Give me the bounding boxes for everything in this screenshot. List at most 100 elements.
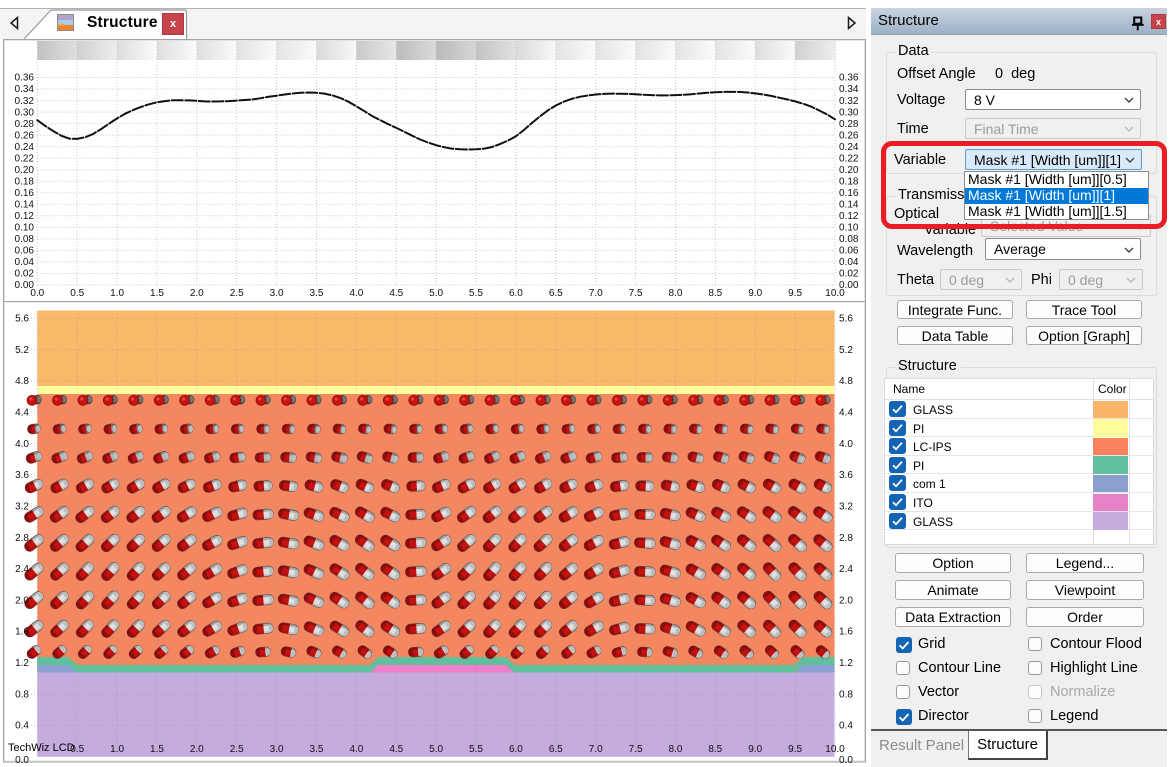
svg-text:4.4: 4.4 [839,408,853,419]
svg-text:4.8: 4.8 [839,376,853,387]
svg-text:3.0: 3.0 [270,288,284,299]
svg-text:7.0: 7.0 [589,744,603,755]
svg-text:0.30: 0.30 [15,107,35,118]
svg-text:2.4: 2.4 [15,564,29,575]
svg-text:2.4: 2.4 [839,564,853,575]
svg-text:5.2: 5.2 [839,345,853,356]
svg-text:4.0: 4.0 [349,744,363,755]
svg-text:5.6: 5.6 [839,314,853,325]
svg-text:3.2: 3.2 [15,501,29,512]
svg-text:8.5: 8.5 [708,288,722,299]
svg-text:2.5: 2.5 [230,744,244,755]
svg-text:1.5: 1.5 [150,288,164,299]
svg-text:5.2: 5.2 [15,345,29,356]
svg-text:9.0: 9.0 [748,744,762,755]
svg-text:1.6: 1.6 [15,627,29,638]
svg-text:3.6: 3.6 [15,470,29,481]
svg-text:0.08: 0.08 [839,234,859,245]
svg-text:3.5: 3.5 [310,744,324,755]
svg-text:0.10: 0.10 [15,223,35,234]
svg-text:0.18: 0.18 [15,176,35,187]
svg-text:0.26: 0.26 [15,130,35,141]
svg-text:0.02: 0.02 [15,269,35,280]
svg-text:0.26: 0.26 [839,130,859,141]
svg-text:0.08: 0.08 [15,234,35,245]
svg-text:0.28: 0.28 [839,119,859,130]
svg-text:10.0: 10.0 [825,288,845,299]
svg-text:0.36: 0.36 [839,73,859,84]
svg-text:0.8: 0.8 [839,689,853,700]
svg-text:0.22: 0.22 [15,153,35,164]
svg-text:7.5: 7.5 [629,744,643,755]
svg-text:2.0: 2.0 [839,595,853,606]
svg-text:8.5: 8.5 [708,744,722,755]
svg-text:0.14: 0.14 [15,200,35,211]
svg-text:1.6: 1.6 [839,627,853,638]
svg-text:3.5: 3.5 [310,288,324,299]
svg-text:2.0: 2.0 [190,288,204,299]
svg-text:0.20: 0.20 [839,165,859,176]
svg-text:2.8: 2.8 [839,533,853,544]
svg-text:0.34: 0.34 [839,84,859,95]
svg-text:4.5: 4.5 [389,744,403,755]
svg-text:5.5: 5.5 [469,288,483,299]
svg-text:2.0: 2.0 [15,595,29,606]
svg-text:8.0: 8.0 [669,744,683,755]
svg-text:4.0: 4.0 [839,439,853,450]
svg-text:0.32: 0.32 [15,96,35,107]
svg-text:2.0: 2.0 [190,744,204,755]
svg-text:5.0: 5.0 [429,288,443,299]
svg-text:0.5: 0.5 [70,288,84,299]
svg-text:5.0: 5.0 [429,744,443,755]
svg-text:1.0: 1.0 [110,744,124,755]
svg-text:0.16: 0.16 [839,188,859,199]
svg-text:2.8: 2.8 [15,533,29,544]
svg-text:6.0: 6.0 [509,744,523,755]
svg-text:0.18: 0.18 [839,176,859,187]
svg-text:8.0: 8.0 [669,288,683,299]
svg-text:0.22: 0.22 [839,153,859,164]
svg-text:3.2: 3.2 [839,501,853,512]
svg-text:0.8: 0.8 [15,689,29,700]
svg-text:0.06: 0.06 [839,246,859,257]
svg-text:0.10: 0.10 [839,223,859,234]
svg-text:0.30: 0.30 [839,107,859,118]
svg-text:0.04: 0.04 [839,257,859,268]
svg-text:6.5: 6.5 [549,288,563,299]
svg-text:4.0: 4.0 [15,439,29,450]
svg-text:0.0: 0.0 [15,755,29,766]
svg-text:6.0: 6.0 [509,288,523,299]
svg-text:0.04: 0.04 [15,257,35,268]
svg-text:0.14: 0.14 [839,200,859,211]
svg-text:0.28: 0.28 [15,119,35,130]
svg-text:0.4: 0.4 [839,721,853,732]
svg-text:1.2: 1.2 [15,658,29,669]
svg-text:9.0: 9.0 [748,288,762,299]
svg-text:0.12: 0.12 [15,211,35,222]
svg-text:3.0: 3.0 [270,744,284,755]
svg-text:4.0: 4.0 [349,288,363,299]
svg-text:0.24: 0.24 [839,142,859,153]
svg-text:5.6: 5.6 [15,314,29,325]
svg-text:4.5: 4.5 [389,288,403,299]
svg-text:0.0: 0.0 [839,755,853,766]
svg-text:4.4: 4.4 [15,408,29,419]
svg-text:5.5: 5.5 [469,744,483,755]
svg-text:0.0: 0.0 [30,288,44,299]
svg-text:9.5: 9.5 [788,744,802,755]
svg-text:TechWiz LCD: TechWiz LCD [8,742,75,754]
svg-text:0.36: 0.36 [15,73,35,84]
svg-text:0.20: 0.20 [15,165,35,176]
svg-text:0.12: 0.12 [839,211,859,222]
svg-text:2.5: 2.5 [230,288,244,299]
svg-text:3.6: 3.6 [839,470,853,481]
svg-text:0.32: 0.32 [839,96,859,107]
svg-text:4.8: 4.8 [15,376,29,387]
svg-text:9.5: 9.5 [788,288,802,299]
svg-text:0.24: 0.24 [15,142,35,153]
svg-text:7.5: 7.5 [629,288,643,299]
svg-text:1.0: 1.0 [110,288,124,299]
svg-text:1.2: 1.2 [839,658,853,669]
svg-text:0.16: 0.16 [15,188,35,199]
svg-text:1.5: 1.5 [150,744,164,755]
